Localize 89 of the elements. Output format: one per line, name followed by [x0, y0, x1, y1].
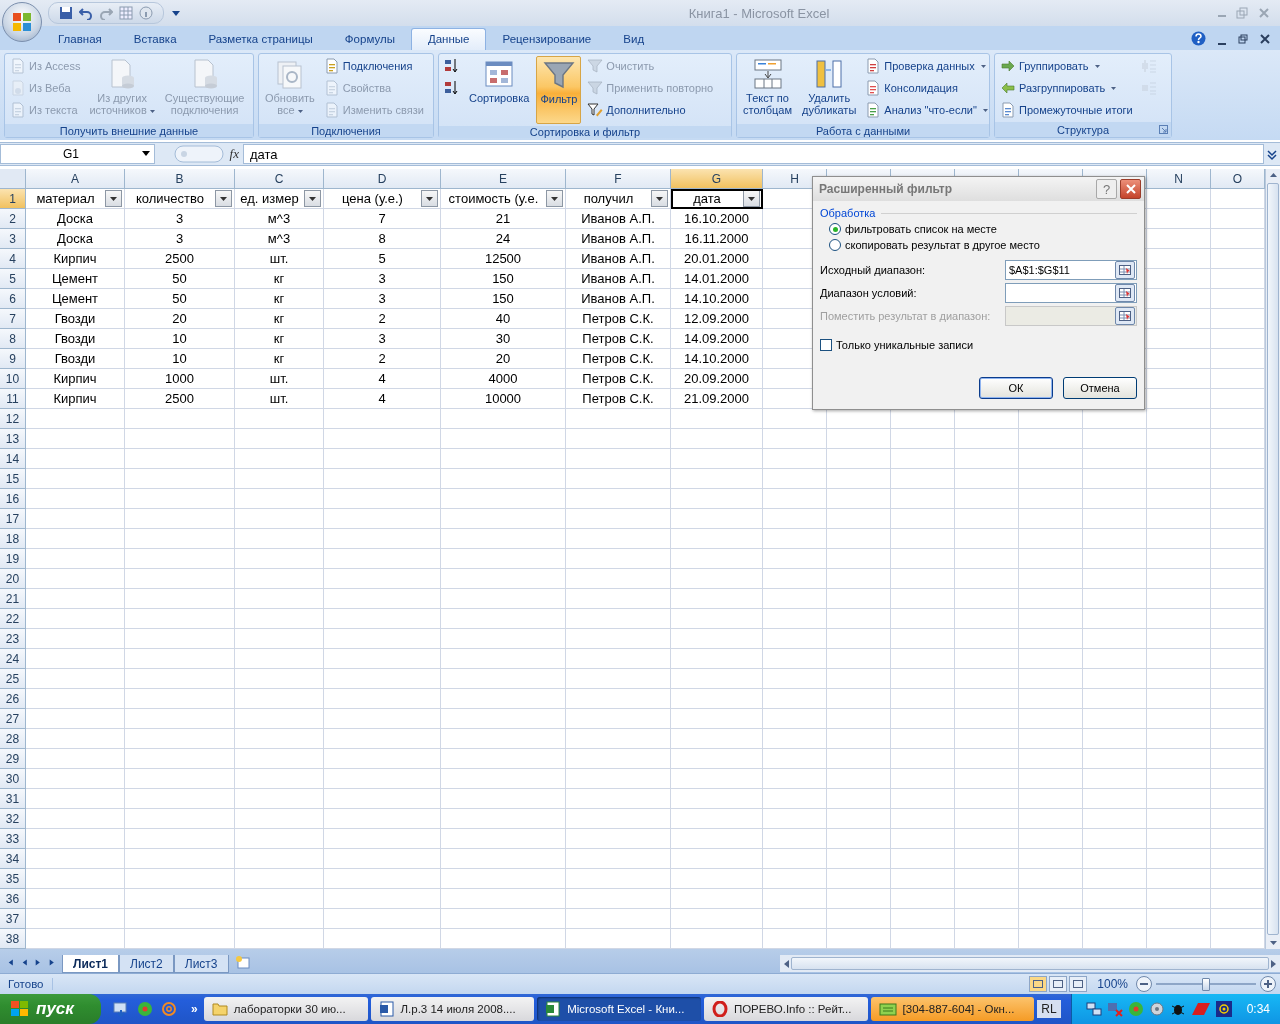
cell-text: 2: [377, 311, 387, 326]
cell-text: кг: [272, 351, 286, 366]
cell-text: шт.: [268, 391, 290, 406]
cell-text: Иванов А.П.: [580, 211, 656, 226]
cell-text: 2: [377, 351, 387, 366]
cell-text: 14.10.2000: [682, 351, 751, 366]
cell-text: количество: [134, 191, 206, 206]
cell-text: 10: [171, 351, 188, 366]
cell-text: Иванов А.П.: [580, 291, 656, 306]
cell-text: 3: [377, 291, 387, 306]
cell-text: 40: [494, 311, 512, 326]
cell-text: м^3: [266, 231, 292, 246]
cell-text: 2500: [164, 391, 195, 406]
cell-text: 50: [171, 271, 188, 286]
cell-text: Петров С.К.: [581, 331, 655, 346]
cell-text: 10: [171, 331, 188, 346]
cell-text: шт.: [268, 251, 290, 266]
cell-text: 50: [171, 291, 188, 306]
cell-text: 1000: [164, 371, 195, 386]
status-text: Готово: [0, 978, 53, 990]
group-title: Сортировка и фильтр: [439, 126, 731, 138]
group-label: Обработка: [820, 207, 876, 219]
cell-text: 21.09.2000: [682, 391, 751, 406]
cell-text: 2500: [164, 251, 195, 266]
cell-text: Кирпич: [52, 391, 98, 406]
cell-text: Иванов А.П.: [580, 251, 656, 266]
group-title: Структура: [995, 122, 1171, 137]
cell-text: Кирпич: [52, 251, 98, 266]
cell-text: Гвозди: [53, 311, 97, 326]
cell-text: 7: [377, 211, 387, 226]
cell-text: Гвозди: [53, 351, 97, 366]
cell-text: 20: [494, 351, 512, 366]
cell-text: 150: [491, 291, 515, 306]
cell-text: 12500: [483, 251, 523, 266]
cell-text: стоимость (у.е.: [447, 191, 540, 206]
cell-text: 3: [377, 271, 387, 286]
field-label: Исходный диапазон:: [820, 264, 927, 276]
cell-text: 16.10.2000: [682, 211, 751, 226]
cell-text: Гвозди: [53, 331, 97, 346]
cell-text: Петров С.К.: [581, 311, 655, 326]
cell-text: кг: [272, 311, 286, 326]
cell-text: 5: [377, 251, 387, 266]
cell-text: 20: [171, 311, 188, 326]
group-title: Работа с данными: [737, 124, 989, 137]
cell-text: Доска: [56, 231, 94, 246]
cell-text: цена (у.е.): [341, 191, 404, 206]
cell-text: 8: [377, 231, 387, 246]
cell-text: 14.09.2000: [682, 331, 751, 346]
cell-text: кг: [272, 291, 286, 306]
cell-text: Петров С.К.: [581, 391, 655, 406]
cell-text: Петров С.К.: [581, 371, 655, 386]
cell-text: 3: [174, 211, 185, 226]
group-title: Получить внешние данные: [5, 124, 253, 137]
cell-text: кг: [272, 331, 286, 346]
cell-text: дата: [692, 191, 722, 206]
cell-text: 30: [494, 331, 512, 346]
cell-text: 4000: [487, 371, 519, 386]
cell-text: 14.01.2000: [682, 271, 751, 286]
cell-text: 20.09.2000: [682, 371, 751, 386]
cell-text: материал: [35, 191, 96, 206]
cell-text: 12.09.2000: [682, 311, 751, 326]
cell-text: Иванов А.П.: [580, 271, 656, 286]
group-title: Подключения: [259, 124, 433, 137]
cell-text: 24: [494, 231, 512, 246]
cell-text: Кирпич: [52, 371, 98, 386]
clock: 0:34: [1246, 1002, 1270, 1016]
cell-text: Цемент: [50, 271, 100, 286]
cell-text: 10000: [483, 391, 523, 406]
cell-text: кг: [272, 271, 286, 286]
cell-text: 150: [491, 271, 515, 286]
window-title: Книга1 - Microsoft Excel: [687, 5, 831, 21]
cell-text: 16.11.2000: [683, 231, 750, 246]
cell-text: 21: [494, 211, 512, 226]
cell-text: 4: [377, 391, 387, 406]
cell-text: 3: [174, 231, 185, 246]
cell-text: ед. измер: [239, 191, 300, 206]
cell-text: Иванов А.П.: [580, 231, 656, 246]
cell-text: 14.10.2000: [682, 291, 751, 306]
cell-text: шт.: [268, 371, 290, 386]
cell-text: Цемент: [50, 291, 100, 306]
field-label: Диапазон условий:: [820, 287, 918, 299]
cell-text: Петров С.К.: [581, 351, 655, 366]
cell-text: Доска: [56, 211, 94, 226]
field-label: Поместить результат в диапазон:: [820, 310, 992, 322]
cell-text: получил: [582, 191, 635, 206]
cell-text: м^3: [266, 211, 292, 226]
cell-text: 4: [377, 371, 387, 386]
cell-text: 20.01.2000: [682, 251, 751, 266]
cell-text: 3: [377, 331, 387, 346]
